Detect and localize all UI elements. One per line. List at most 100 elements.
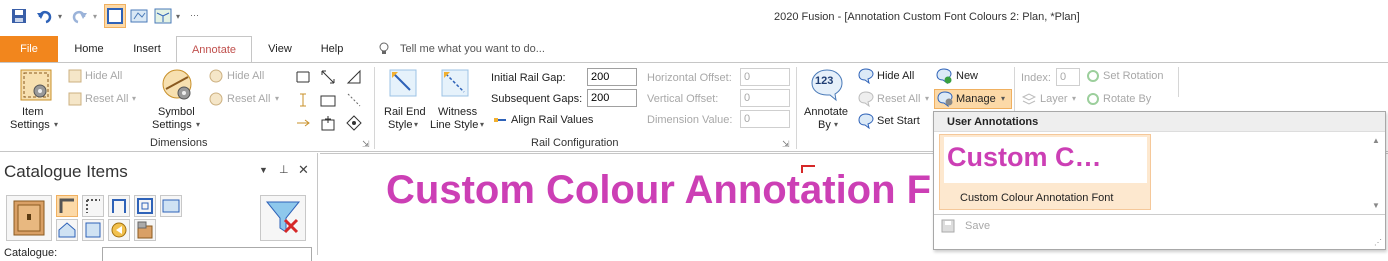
light-tool-button[interactable] — [108, 219, 130, 241]
aligned-dimension-icon[interactable] — [320, 69, 336, 85]
reset-all-button-3[interactable]: Reset All — [877, 93, 920, 105]
dimension-value-input[interactable] — [740, 110, 790, 128]
target-icon[interactable] — [346, 115, 362, 131]
annotate-by-label-1[interactable]: Annotate — [804, 106, 848, 118]
symbol-settings-label-1[interactable]: Symbol — [158, 106, 195, 118]
reset-all-button-2[interactable]: Reset All — [227, 93, 270, 105]
symbol-settings-label-2[interactable]: Settings — [152, 119, 192, 131]
wall-corner-tool-button[interactable] — [56, 195, 78, 217]
diagonal-dimension-icon[interactable] — [346, 92, 362, 108]
linear-dimension-icon[interactable] — [295, 69, 311, 85]
item-settings-dropdown-icon[interactable]: ▾ — [54, 120, 58, 129]
pin-icon[interactable]: ⊥ — [279, 163, 289, 176]
layer-button[interactable]: Layer — [1040, 93, 1068, 105]
witness-line-style-dropdown-icon[interactable]: ▾ — [480, 120, 484, 129]
initial-rail-gap-input[interactable] — [587, 68, 637, 86]
reset-all-dropdown-icon[interactable]: ▾ — [275, 94, 279, 103]
reset-all-button-1[interactable]: Reset All — [85, 93, 128, 105]
tab-insert[interactable]: Insert — [118, 36, 176, 62]
tab-help[interactable]: Help — [308, 36, 356, 62]
redo-dropdown-icon[interactable]: ▾ — [93, 12, 97, 21]
undo-icon[interactable] — [36, 8, 52, 24]
horizontal-arrow-icon[interactable] — [295, 115, 311, 131]
filter-button[interactable] — [260, 195, 306, 241]
rail-end-style-label-1[interactable]: Rail End — [384, 106, 426, 118]
witness-line-style-icon[interactable] — [440, 68, 472, 102]
view-dropdown-icon[interactable]: ▾ — [176, 12, 180, 21]
door-tool-button[interactable] — [108, 195, 130, 217]
save-button[interactable]: Save — [965, 220, 990, 232]
rail-end-style-label-2[interactable]: Style — [388, 119, 412, 131]
index-input[interactable] — [1056, 68, 1080, 86]
rail-end-style-icon[interactable] — [388, 68, 420, 102]
canvas-annotation-text[interactable]: Custom Colour Annotation F — [386, 168, 931, 213]
reset-all-dropdown-icon[interactable]: ▾ — [132, 94, 136, 103]
rail-configuration-launcher-icon[interactable]: ⇲ — [782, 139, 790, 150]
panel-menu-dropdown-icon[interactable]: ▼ — [259, 165, 268, 175]
tab-home[interactable]: Home — [62, 36, 116, 62]
item-settings-icon[interactable] — [20, 69, 52, 103]
rectangle-dimension-icon[interactable] — [320, 94, 336, 108]
new-annotation-button[interactable]: New — [956, 70, 978, 82]
panel-tool-button[interactable] — [160, 195, 182, 217]
plan-view-icon[interactable] — [104, 4, 126, 28]
catalogue-label: Catalogue: — [4, 247, 58, 259]
save-icon[interactable] — [11, 8, 27, 24]
hide-all-button-3[interactable]: Hide All — [877, 70, 914, 82]
cabinet-category-button[interactable] — [6, 195, 52, 241]
rotate-by-button[interactable]: Rotate By — [1103, 93, 1151, 105]
catalogue-dropdown[interactable] — [102, 247, 312, 261]
furniture-tool-button[interactable] — [134, 219, 156, 241]
close-icon[interactable]: ✕ — [298, 162, 309, 178]
item-settings-label-1[interactable]: Item — [22, 106, 43, 118]
frame-tool-button[interactable] — [82, 219, 104, 241]
perspective-view-icon[interactable] — [154, 7, 172, 25]
layer-dropdown-icon[interactable]: ▾ — [1072, 94, 1076, 103]
hide-all-icon — [68, 69, 82, 83]
tab-annotate[interactable]: Annotate — [176, 36, 252, 63]
align-rail-values-button[interactable]: Align Rail Values — [511, 114, 593, 126]
elevation-view-icon[interactable] — [130, 7, 148, 25]
set-start-button[interactable]: Set Start — [877, 115, 920, 127]
subsequent-gaps-input[interactable] — [587, 89, 637, 107]
window-tool-button[interactable] — [134, 195, 156, 217]
annotate-by-dropdown-icon[interactable]: ▾ — [834, 120, 838, 129]
catalogue-panel-title: Catalogue Items — [4, 162, 128, 181]
resize-grip-icon[interactable]: ⋰ — [1374, 238, 1382, 247]
scroll-up-icon[interactable]: ▲ — [1372, 136, 1380, 145]
initial-rail-gap-label: Initial Rail Gap: — [491, 72, 566, 84]
rail-end-style-dropdown-icon[interactable]: ▾ — [414, 120, 418, 129]
symbol-settings-icon[interactable] — [160, 69, 194, 103]
title-bar: ▾ ▾ ▾ ⋯ 2020 Fusion - [Annotation Custom… — [0, 0, 1388, 34]
annotation-preview-text: Custom C… — [947, 142, 1102, 172]
redo-icon[interactable] — [72, 8, 88, 24]
set-rotation-icon — [1086, 69, 1100, 83]
box-plus-icon[interactable] — [320, 115, 336, 131]
witness-line-style-label-1[interactable]: Witness — [438, 106, 477, 118]
manage-dropdown-icon[interactable]: ▾ — [1001, 94, 1005, 103]
tell-me-search[interactable]: Tell me what you want to do... — [400, 43, 545, 55]
vertical-offset-input[interactable] — [740, 89, 790, 107]
layer-icon — [1021, 92, 1037, 106]
hide-all-button-1[interactable]: Hide All — [85, 70, 122, 82]
tab-view[interactable]: View — [254, 36, 306, 62]
horizontal-offset-input[interactable] — [740, 68, 790, 86]
annotate-by-label-2[interactable]: By — [818, 119, 831, 131]
reset-all-dropdown-icon[interactable]: ▾ — [925, 94, 929, 103]
angular-dimension-icon[interactable] — [346, 69, 362, 85]
witness-line-style-label-2[interactable]: Line Style — [430, 119, 478, 131]
manage-label[interactable]: Manage — [956, 93, 996, 105]
item-settings-label-2[interactable]: Settings — [10, 119, 50, 131]
undo-dropdown-icon[interactable]: ▾ — [58, 12, 62, 21]
vertical-dimension-icon[interactable] — [295, 92, 311, 108]
dotted-wall-tool-button[interactable] — [82, 195, 104, 217]
roof-tool-button[interactable] — [56, 219, 78, 241]
customize-qat-icon[interactable]: ⋯ — [190, 10, 199, 21]
horizontal-offset-label: Horizontal Offset: — [647, 72, 732, 84]
set-rotation-button[interactable]: Set Rotation — [1103, 70, 1164, 82]
symbol-settings-dropdown-icon[interactable]: ▾ — [196, 120, 200, 129]
tab-file[interactable]: File — [0, 36, 58, 62]
dimensions-launcher-icon[interactable]: ⇲ — [362, 139, 370, 150]
scroll-down-icon[interactable]: ▼ — [1372, 201, 1380, 210]
hide-all-button-2[interactable]: Hide All — [227, 70, 264, 82]
